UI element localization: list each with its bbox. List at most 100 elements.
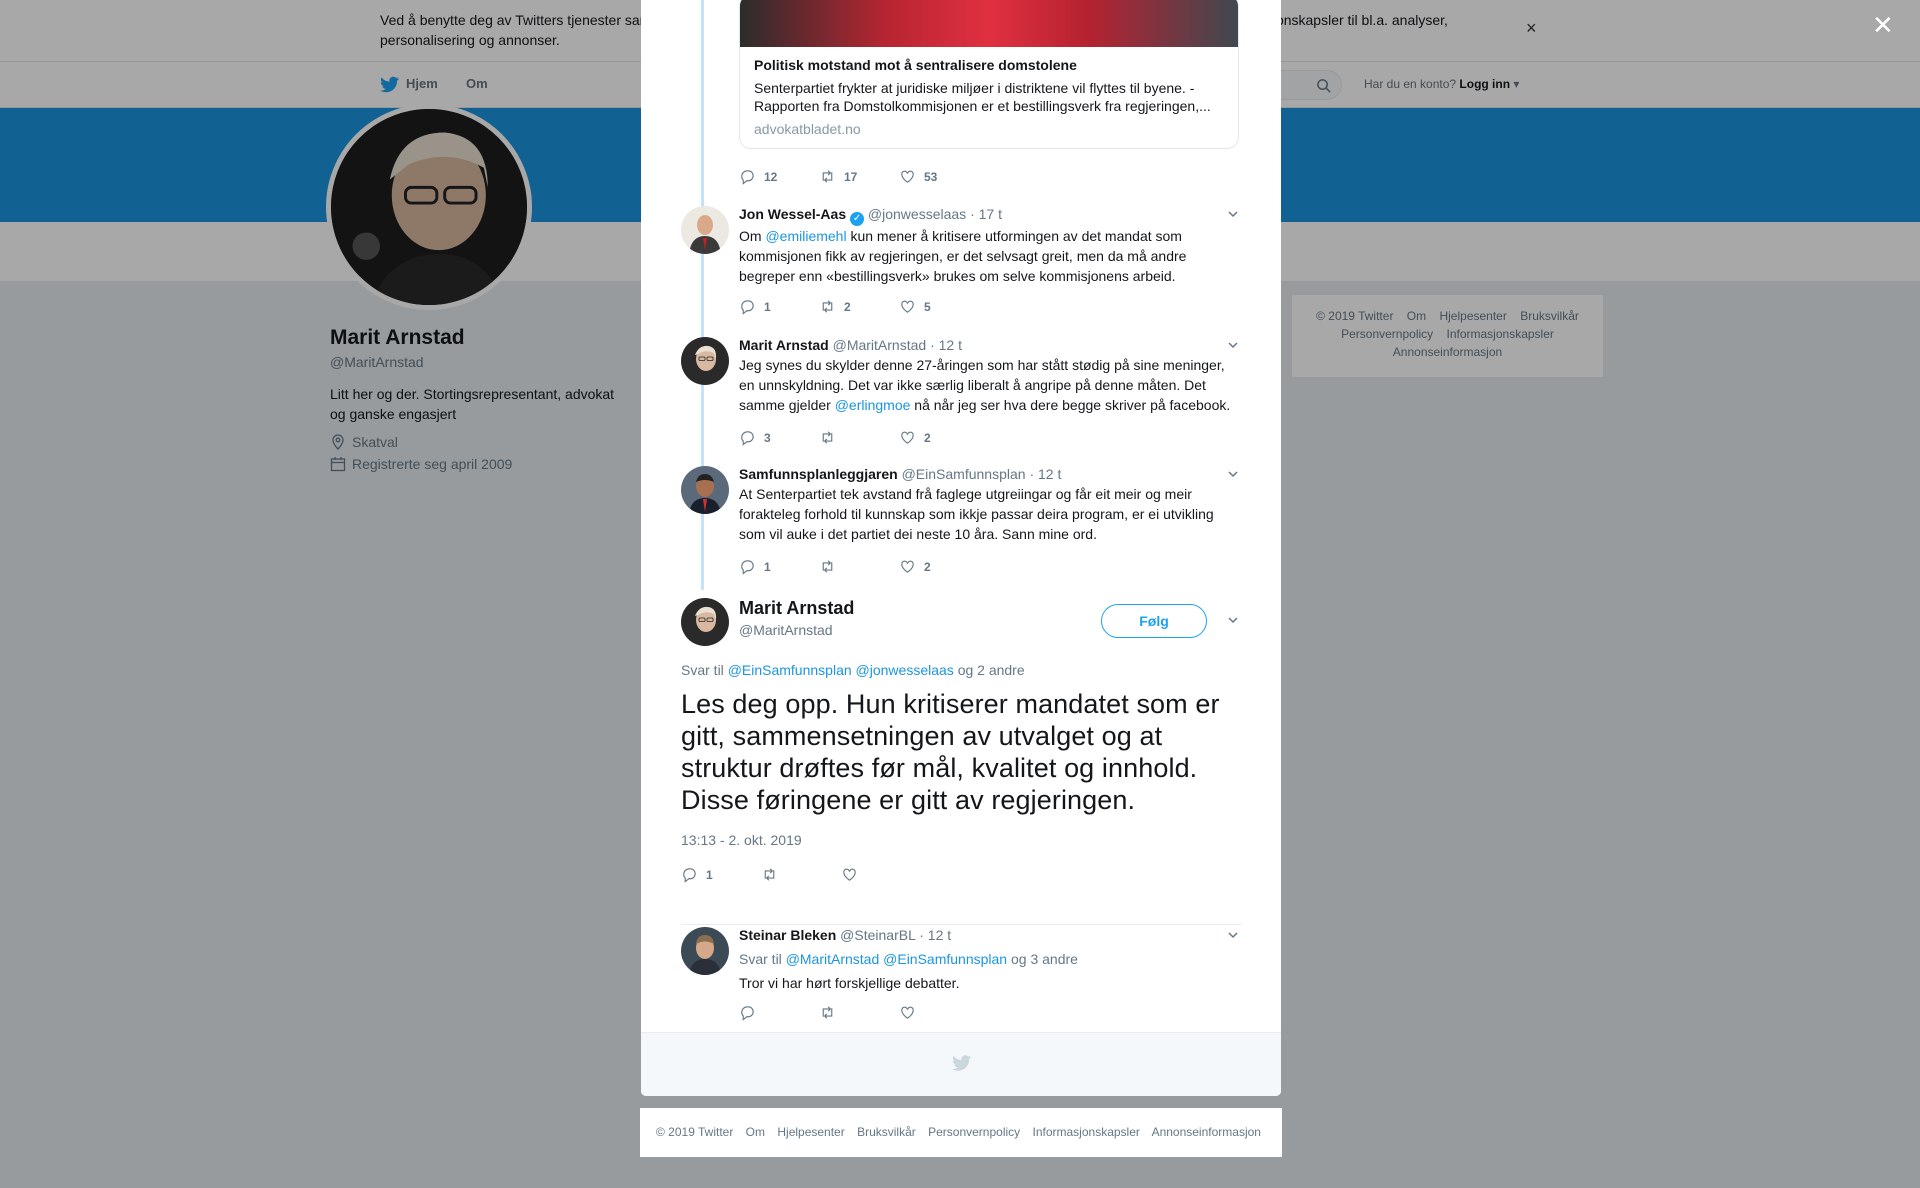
tweet-text: Tror vi har hørt forskjellige debatter.: [739, 975, 960, 991]
avatar[interactable]: [681, 598, 729, 646]
like-count: 2: [924, 430, 931, 445]
reply-icon: [741, 170, 754, 185]
like-count: 53: [924, 169, 938, 184]
footer-link[interactable]: © 2019 Twitter: [656, 1125, 733, 1139]
reply-count: 1: [764, 559, 771, 574]
follow-button[interactable]: Følg: [1101, 604, 1207, 638]
like-button[interactable]: 2: [899, 558, 979, 575]
tweet-time[interactable]: · 17 t: [970, 206, 1002, 222]
tweet-text: Jeg synes du skylder denne 27-åringen so…: [739, 355, 1234, 415]
reply-button[interactable]: 12: [739, 168, 819, 185]
reply-button[interactable]: [739, 1004, 819, 1021]
reply-prefix: Svar til: [681, 662, 724, 678]
chevron-down-icon[interactable]: [1227, 339, 1239, 351]
retweet-button[interactable]: [819, 1004, 899, 1021]
tweet-author-handle[interactable]: @EinSamfunnsplan: [902, 466, 1026, 482]
main-tweet-timestamp[interactable]: 13:13 - 2. okt. 2019: [681, 832, 802, 848]
footer-link[interactable]: Om: [746, 1125, 765, 1139]
retweet-button[interactable]: [761, 866, 841, 883]
reply-context: Svar til @MaritArnstad @EinSamfunnsplan …: [739, 949, 1234, 969]
tweet-author-handle[interactable]: @SteinarBL: [840, 927, 915, 943]
retweet-icon: [822, 170, 833, 183]
avatar[interactable]: [681, 927, 729, 975]
like-button[interactable]: [841, 866, 921, 883]
heart-icon: [901, 300, 914, 313]
retweet-icon: [822, 560, 833, 573]
avatar-photo: [681, 927, 729, 975]
footer-link[interactable]: Bruksvilkår: [857, 1125, 916, 1139]
reply-icon: [741, 431, 754, 446]
heart-icon: [901, 431, 914, 444]
tweet-author-name[interactable]: Marit Arnstad: [739, 337, 829, 353]
footer-link[interactable]: Hjelpesenter: [777, 1125, 844, 1139]
tweet-author-handle[interactable]: @MaritArnstad: [833, 337, 927, 353]
reply-count: 1: [764, 299, 771, 314]
tweet-text: Om @emiliemehl kun mener å kritisere utf…: [739, 226, 1234, 286]
main-tweet-author-name[interactable]: Marit Arnstad: [739, 598, 854, 619]
link-card-title: Politisk motstand mot å sentralisere dom…: [754, 57, 1077, 73]
verified-icon: ✓: [850, 212, 865, 226]
tweet-actions: 1 2 5: [739, 298, 979, 315]
tweet-actions: [739, 1004, 979, 1021]
avatar-photo: [681, 206, 729, 254]
modal-footer: [641, 1032, 1281, 1096]
like-count: 2: [924, 559, 931, 574]
reply-icon: [741, 300, 754, 315]
footer-link[interactable]: Informasjonskapsler: [1033, 1125, 1140, 1139]
tweet-author-handle[interactable]: @jonwesselaas: [868, 206, 966, 222]
retweet-button[interactable]: [819, 429, 899, 446]
retweet-button[interactable]: [819, 558, 899, 575]
link-card-image: [740, 0, 1238, 47]
reply-icon: [683, 868, 696, 883]
tweet-time[interactable]: · 12 t: [919, 927, 951, 943]
retweet-icon: [822, 1006, 833, 1019]
main-tweet-author-handle[interactable]: @MaritArnstad: [739, 622, 833, 638]
tweet-author-name[interactable]: Samfunnsplanleggjaren: [739, 466, 898, 482]
link-card[interactable]: Politisk motstand mot å sentralisere dom…: [739, 0, 1239, 149]
heart-icon: [901, 170, 914, 183]
footer-link[interactable]: Annonseinformasjon: [1152, 1125, 1261, 1139]
reply-icon: [741, 560, 754, 575]
tweet-time[interactable]: · 12 t: [930, 337, 962, 353]
chevron-down-icon[interactable]: [1227, 614, 1239, 626]
reply-button[interactable]: 1: [739, 558, 819, 575]
avatar[interactable]: [681, 206, 729, 254]
heart-icon: [901, 1006, 914, 1019]
retweet-icon: [822, 431, 833, 444]
like-button[interactable]: 5: [899, 298, 979, 315]
mention-link[interactable]: @EinSamfunnsplan @jonwesselaas: [728, 662, 954, 678]
heart-icon: [901, 560, 914, 573]
mention-link[interactable]: @erlingmoe: [835, 397, 911, 413]
twitter-bird-icon: [952, 1055, 972, 1071]
tweet-time[interactable]: · 12 t: [1029, 466, 1061, 482]
tweet-text-end: nå når jeg ser hva dere begge skriver på…: [910, 397, 1231, 413]
tweet-author-name[interactable]: Jon Wessel-Aas: [739, 206, 846, 222]
mention-link[interactable]: @emiliemehl: [765, 228, 846, 244]
tweet-author-name[interactable]: Steinar Bleken: [739, 927, 836, 943]
chevron-down-icon[interactable]: [1227, 208, 1239, 220]
like-count: 5: [924, 299, 931, 314]
chevron-down-icon[interactable]: [1227, 468, 1239, 480]
footer-link[interactable]: Personvernpolicy: [928, 1125, 1020, 1139]
like-button[interactable]: 53: [899, 168, 979, 185]
retweet-icon: [822, 300, 833, 313]
avatar[interactable]: [681, 337, 729, 385]
avatar-photo: [681, 598, 729, 646]
tweet-text-start: Om: [739, 228, 766, 244]
tweet-actions: 1 2: [739, 558, 979, 575]
avatar[interactable]: [681, 466, 729, 514]
retweet-button[interactable]: 17: [819, 168, 899, 185]
reply-others[interactable]: og 3 andre: [1011, 951, 1078, 967]
reply-button[interactable]: 1: [681, 866, 761, 883]
like-button[interactable]: 2: [899, 429, 979, 446]
like-button[interactable]: [899, 1004, 979, 1021]
reply-others[interactable]: og 2 andre: [958, 662, 1025, 678]
avatar-photo: [681, 337, 729, 385]
reply-button[interactable]: 1: [739, 298, 819, 315]
chevron-down-icon[interactable]: [1227, 929, 1239, 941]
retweet-button[interactable]: 2: [819, 298, 899, 315]
close-icon[interactable]: ✕: [1872, 10, 1894, 40]
mention-link[interactable]: @MaritArnstad @EinSamfunnsplan: [786, 951, 1007, 967]
reply-button[interactable]: 3: [739, 429, 819, 446]
retweet-count: 2: [844, 299, 851, 314]
